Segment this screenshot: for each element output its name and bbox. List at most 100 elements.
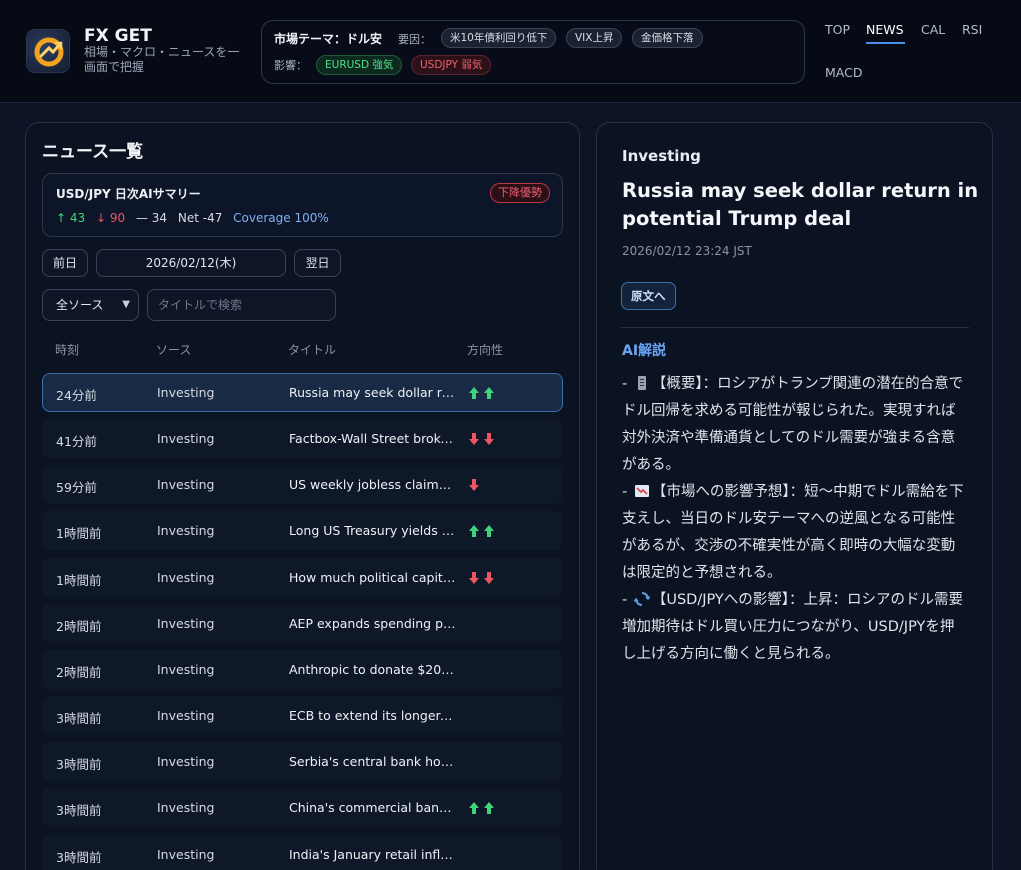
news-row[interactable]: 3時間前 Investing Serbia's central bank holds…	[42, 742, 563, 782]
nav-rsi[interactable]: RSI	[962, 22, 982, 37]
news-title: Serbia's central bank holds rate	[289, 754, 456, 770]
news-row[interactable]: 2時間前 Investing Anthropic to donate $20 mil…	[42, 649, 563, 689]
direction-indicator	[468, 523, 498, 539]
summary-stats: ↑ 43 ↓ 90 — 34 Net -47 Coverage 100%	[56, 211, 336, 225]
column-header-time[interactable]: 時刻	[55, 341, 79, 358]
news-time: 3時間前	[56, 803, 102, 819]
news-source: Investing	[157, 477, 215, 493]
news-title: Anthropic to donate $20 million	[289, 661, 456, 677]
date-picker[interactable]: 2026/02/12(木)	[96, 249, 286, 277]
news-title: Factbox-Wall Street brokerages forecasts	[289, 431, 456, 447]
down-count: ↓ 90	[95, 211, 126, 225]
coverage-value: Coverage 100%	[233, 211, 329, 225]
arrow-down-icon	[469, 433, 479, 446]
arrow-up-icon	[484, 525, 494, 538]
net-value: Net -47	[177, 211, 223, 225]
impact-chip-bearish: USDJPY 弱気	[411, 55, 492, 75]
news-list-panel: ニュース一覧 USD/JPY 日次AIサマリー 下降優勢 ↑ 43 ↓ 90 —…	[25, 122, 580, 870]
news-title: Russia may seek dollar return in potenti…	[289, 385, 456, 400]
ai-analysis-body: - 【概要】：ロシアがトランプ関連の潜在的合意でドル回帰を求める可能性が報じられ…	[622, 371, 967, 668]
direction-indicator	[468, 477, 483, 493]
up-count: ↑ 43	[56, 211, 86, 225]
arrow-up-icon	[469, 802, 479, 815]
news-time: 2時間前	[56, 664, 102, 680]
brand-title: FX GET	[84, 26, 152, 46]
factor-chip: VIX上昇	[566, 28, 623, 48]
bullet: -	[622, 592, 632, 608]
divider	[621, 327, 969, 328]
nav-active-indicator	[866, 42, 905, 44]
next-day-button[interactable]: 翌日	[294, 249, 341, 277]
news-row[interactable]: 3時間前 Investing China's commercial banks le…	[42, 788, 563, 828]
news-source: Investing	[157, 569, 215, 585]
bullet: -	[622, 484, 632, 500]
source-select[interactable]: 全ソース ▼	[42, 289, 139, 321]
title-search-input[interactable]	[147, 289, 336, 321]
direction-indicator	[468, 800, 498, 816]
news-title: India's January retail inflation	[289, 846, 456, 862]
news-row[interactable]: 41分前 Investing Factbox-Wall Street brokera…	[42, 419, 563, 459]
news-row[interactable]: 2時間前 Investing AEP expands spending plan	[42, 603, 563, 643]
column-header-direction[interactable]: 方向性	[467, 341, 503, 358]
news-row[interactable]: 24分前 Investing Russia may seek dollar retu…	[42, 373, 563, 412]
news-title: China's commercial banks lending	[289, 800, 456, 816]
news-source: Investing	[157, 431, 215, 447]
ai-point-text: 【概要】：ロシアがトランプ関連の潜在的合意でドル回帰を求める可能性が報じられた。…	[622, 376, 964, 473]
direction-indicator	[468, 431, 498, 447]
arrow-up-icon	[484, 802, 494, 815]
panel-title: ニュース一覧	[42, 142, 144, 162]
arrow-down-icon	[469, 479, 479, 492]
impact-chip-bullish: EURUSD 強気	[316, 55, 403, 75]
news-source: Investing	[157, 523, 215, 539]
news-row[interactable]: 1時間前 Investing How much political capital …	[42, 557, 563, 597]
arrow-down-icon	[484, 571, 494, 584]
news-title: US weekly jobless claims fall	[289, 477, 456, 493]
chart-icon	[634, 485, 649, 497]
app-header: FX GET 相場・マクロ・ニュースを一画面で把握 市場テーマ：ドル安 要因： …	[0, 0, 1021, 103]
news-row[interactable]: 3時間前 Investing India's January retail infl…	[42, 834, 563, 870]
news-source: Investing	[157, 846, 215, 862]
factor-chip: 米10年債利回り低下	[441, 28, 557, 48]
nav-macd[interactable]: MACD	[825, 65, 862, 80]
chevron-down-icon: ▼	[122, 299, 130, 310]
column-header-title[interactable]: タイトル	[288, 341, 336, 358]
arrow-up-icon	[484, 387, 494, 399]
news-row[interactable]: 3時間前 Investing ECB to extend its longer-te…	[42, 696, 563, 736]
market-theme-label: 市場テーマ：ドル安	[274, 32, 383, 46]
news-title: AEP expands spending plan	[289, 615, 456, 631]
news-title: ECB to extend its longer-term	[289, 708, 456, 724]
news-source: Investing	[157, 615, 215, 631]
news-source: Investing	[157, 708, 215, 724]
exchange-icon	[633, 592, 650, 606]
column-header-source[interactable]: ソース	[156, 341, 191, 358]
direction-indicator	[468, 385, 498, 401]
news-row[interactable]: 59分前 Investing US weekly jobless claims fa…	[42, 465, 563, 505]
open-original-button[interactable]: 原文へ	[621, 282, 676, 310]
brand-subtitle: 相場・マクロ・ニュースを一画面で把握	[84, 45, 240, 74]
ai-point: - 【USD/JPYへの影響】：上昇：ロシアのドル需要増加期待はドル買い圧力につ…	[622, 587, 967, 668]
news-time: 24分前	[56, 388, 97, 403]
news-title: Long US Treasury yields drop	[289, 523, 456, 539]
app-logo	[26, 29, 70, 73]
prev-day-button[interactable]: 前日	[42, 249, 88, 277]
news-time: 1時間前	[56, 572, 102, 588]
factor-label: 要因：	[398, 33, 431, 46]
direction-indicator	[468, 570, 498, 586]
nav-top[interactable]: TOP	[825, 22, 850, 37]
news-source: Investing	[157, 661, 215, 677]
ai-point-text: 【市場への影響予想】：短～中期でドル需給を下支えし、当日のドル安テーマへの逆風と…	[622, 484, 964, 581]
summary-title: USD/JPY 日次AIサマリー	[56, 187, 201, 201]
article-source: Investing	[622, 147, 701, 165]
ai-point: - 【市場への影響予想】：短～中期でドル需給を下支えし、当日のドル安テーマへの逆…	[622, 479, 967, 587]
news-time: 3時間前	[56, 757, 102, 773]
nav-news[interactable]: NEWS	[866, 22, 904, 37]
nav-cal[interactable]: CAL	[921, 22, 945, 37]
news-source: Investing	[157, 754, 215, 770]
ai-point-text: 【USD/JPYへの影響】：上昇：ロシアのドル需要増加期待はドル買い圧力につなが…	[622, 592, 964, 662]
news-source: Investing	[157, 385, 215, 400]
arrow-down-icon	[484, 433, 494, 446]
news-time: 2時間前	[56, 618, 102, 634]
arrow-up-icon	[469, 525, 479, 538]
arrow-down-icon	[469, 571, 479, 584]
news-row[interactable]: 1時間前 Investing Long US Treasury yields dro…	[42, 511, 563, 551]
